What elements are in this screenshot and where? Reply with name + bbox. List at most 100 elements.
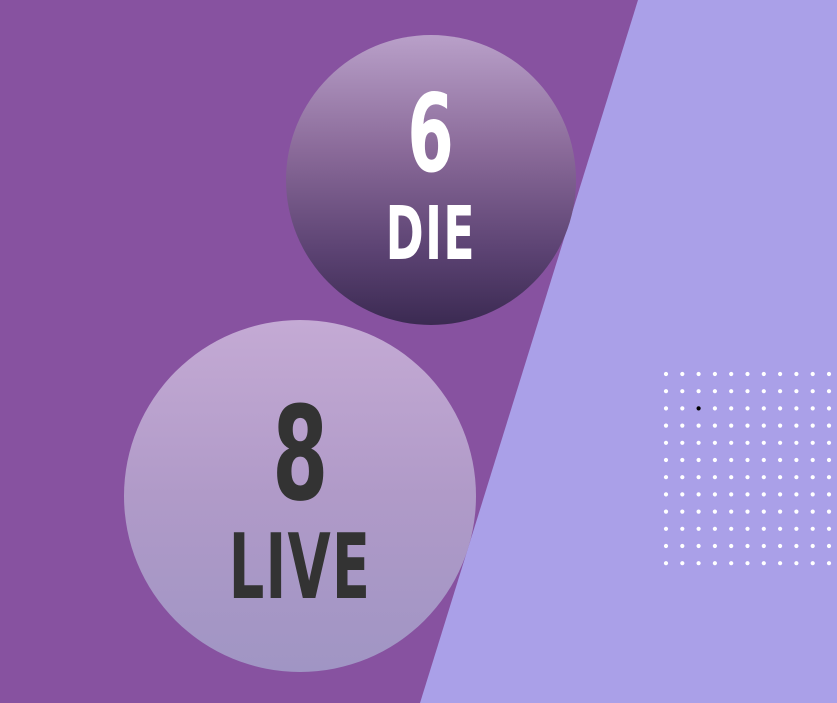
grid-dot: [696, 389, 701, 394]
grid-dot: [745, 371, 750, 377]
grid-dot: [778, 389, 783, 394]
grid-dot: [680, 475, 685, 480]
grid-dot: [794, 492, 799, 497]
grid-dot: [680, 492, 685, 497]
grid-dot: [729, 526, 734, 531]
grid-dot: [729, 406, 734, 411]
grid-dot: [794, 423, 799, 428]
grid-dot: [663, 371, 669, 377]
grid-dot: [826, 509, 832, 514]
grid-dot: [663, 389, 669, 394]
grid-dot: [729, 561, 734, 566]
grid-dot: [729, 371, 734, 377]
die-count: 6: [407, 72, 455, 197]
grid-dot: [663, 457, 669, 463]
grid-dot: [761, 492, 766, 497]
grid-dot: [712, 423, 717, 428]
grid-dot: [794, 389, 799, 394]
grid-dot: [729, 457, 734, 463]
grid-dot: [729, 475, 734, 480]
grid-dot: [663, 406, 669, 411]
grid-dot: [778, 509, 783, 514]
grid-dot: [826, 406, 832, 411]
grid-dot: [712, 371, 717, 377]
grid-dot: [712, 526, 717, 531]
grid-dot: [794, 526, 799, 531]
grid-dot: [826, 371, 832, 377]
die-label: DIE: [385, 191, 477, 277]
grid-dot: [663, 509, 669, 514]
grid-dot: [810, 561, 815, 566]
grid-dot: [826, 492, 832, 497]
grid-dot: [778, 440, 783, 445]
grid-dot: [696, 423, 701, 428]
grid-dot: [729, 543, 734, 549]
highlight-dot: [696, 406, 701, 411]
grid-dot: [794, 371, 799, 377]
live-circle: 8 LIVE: [124, 320, 476, 672]
grid-dot: [761, 371, 766, 377]
grid-dot: [680, 406, 685, 411]
grid-dot: [794, 406, 799, 411]
grid-dot: [712, 406, 717, 411]
grid-dot: [794, 457, 799, 463]
grid-dot: [761, 457, 766, 463]
grid-dot: [826, 543, 832, 549]
grid-dot: [745, 406, 750, 411]
dot-grid: [663, 371, 832, 566]
grid-dot: [680, 423, 685, 428]
grid-dot: [729, 492, 734, 497]
grid-dot: [745, 457, 750, 463]
grid-dot: [826, 526, 832, 531]
grid-dot: [778, 406, 783, 411]
grid-dot: [826, 475, 832, 480]
grid-dot: [810, 509, 815, 514]
grid-dot: [696, 440, 701, 445]
grid-dot: [680, 543, 685, 549]
grid-dot: [696, 509, 701, 514]
grid-dot: [794, 475, 799, 480]
grid-dot: [696, 492, 701, 497]
grid-dot: [810, 371, 815, 377]
grid-dot: [745, 475, 750, 480]
grid-dot: [712, 440, 717, 445]
grid-dot: [696, 457, 701, 463]
grid-dot: [663, 492, 669, 497]
grid-dot: [778, 492, 783, 497]
grid-dot: [761, 543, 766, 549]
grid-dot: [712, 475, 717, 480]
grid-dot: [794, 440, 799, 445]
grid-dot: [712, 389, 717, 394]
grid-dot: [696, 561, 701, 566]
grid-dot: [663, 543, 669, 549]
grid-dot: [761, 561, 766, 566]
grid-dot: [680, 561, 685, 566]
grid-dot: [663, 423, 669, 428]
grid-dot: [761, 406, 766, 411]
die-circle: 6 DIE: [286, 35, 576, 325]
grid-dot: [761, 389, 766, 394]
grid-dot: [778, 561, 783, 566]
grid-dot: [826, 561, 832, 566]
grid-dot: [778, 543, 783, 549]
grid-dot: [745, 509, 750, 514]
grid-dot: [810, 389, 815, 394]
grid-dot: [761, 526, 766, 531]
grid-dot: [794, 543, 799, 549]
grid-dot: [663, 440, 669, 445]
grid-dot: [761, 509, 766, 514]
grid-dot: [810, 543, 815, 549]
grid-dot: [680, 389, 685, 394]
grid-dot: [826, 440, 832, 445]
grid-dot: [712, 492, 717, 497]
grid-dot: [778, 423, 783, 428]
grid-dot: [778, 526, 783, 531]
grid-dot: [745, 423, 750, 428]
grid-dot: [712, 457, 717, 463]
grid-dot: [761, 440, 766, 445]
grid-dot: [729, 509, 734, 514]
grid-dot: [810, 423, 815, 428]
grid-dot: [810, 440, 815, 445]
grid-dot: [729, 440, 734, 445]
grid-dot: [745, 561, 750, 566]
